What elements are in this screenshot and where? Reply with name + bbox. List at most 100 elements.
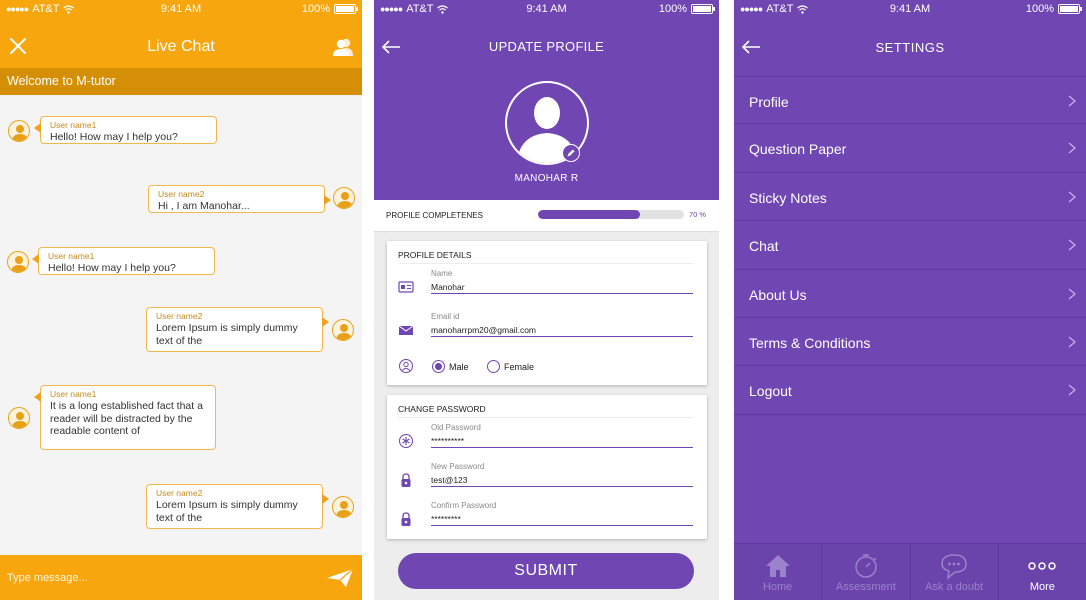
chevron-right-icon: [1068, 239, 1076, 251]
message-text: Hello! How may I help you?: [48, 262, 176, 274]
progress-fill: [538, 210, 641, 219]
home-icon: [765, 555, 790, 577]
users-icon[interactable]: [332, 37, 354, 57]
old-password-input[interactable]: [431, 434, 693, 448]
gender-selector: Male Female: [387, 358, 707, 378]
tab-home[interactable]: Home: [734, 544, 823, 600]
message-text: Lorem Ipsum is simply dummy text of the: [156, 322, 298, 347]
chevron-right-icon: [1068, 384, 1076, 396]
user-icon: [336, 324, 352, 340]
sender-name: User name2: [158, 189, 205, 199]
lock-icon: [401, 512, 411, 526]
field-label: Old Password: [431, 423, 481, 432]
user-icon: [12, 412, 28, 428]
email-input[interactable]: [431, 323, 693, 337]
tab-label: Home: [762, 581, 793, 593]
id-card-icon: [398, 281, 414, 293]
tab-assessment[interactable]: Assessment: [822, 544, 911, 600]
avatar: [8, 120, 30, 142]
new-password-input[interactable]: [431, 473, 693, 487]
user-icon: [337, 192, 353, 208]
sender-name: User name2: [156, 311, 203, 321]
profile-username: MANOHAR R: [514, 173, 579, 184]
message-composer: [0, 555, 362, 600]
field-label: Email id: [431, 312, 460, 321]
settings-menu: Profile Question Paper Sticky Notes Chat…: [734, 76, 1086, 415]
name-input[interactable]: [431, 280, 693, 294]
name-field: Name: [387, 269, 707, 305]
completeness-label: PROFILE COMPLETENES: [386, 211, 483, 220]
sender-name: User name1: [50, 120, 97, 130]
divider: [398, 263, 693, 264]
message-bubble: User name2 Lorem Ipsum is simply dummy t…: [146, 307, 329, 352]
menu-item-question-paper[interactable]: Question Paper: [734, 124, 1086, 173]
send-icon[interactable]: [326, 567, 354, 589]
submit-button[interactable]: SUBMIT: [398, 553, 694, 589]
chevron-right-icon: [1068, 336, 1076, 348]
chat-title: Live Chat: [147, 38, 215, 55]
avatar: [332, 319, 354, 341]
tab-label: More: [1029, 581, 1055, 593]
update-profile-screen: ●●●●● AT&T 9:41 AM 100% UPDATE PROFILE MA…: [374, 0, 719, 600]
chevron-right-icon: [1068, 288, 1076, 300]
new-password-field: New Password: [387, 462, 707, 498]
menu-item-label: Terms & Conditions: [749, 334, 871, 351]
divider: [398, 417, 693, 418]
battery-icon: [691, 4, 715, 14]
user-icon: [336, 501, 352, 517]
profile-details-card: PROFILE DETAILS Name Email id Male Femal…: [387, 241, 707, 385]
page-title: UPDATE PROFILE: [488, 39, 605, 54]
sender-name: User name1: [48, 251, 95, 261]
radio-selected: [432, 360, 445, 373]
menu-item-label: Profile: [749, 94, 789, 110]
battery-icon: [334, 4, 358, 14]
tab-ask-a-doubt[interactable]: Ask a doubt: [911, 544, 999, 600]
profile-header: ●●●●● AT&T 9:41 AM 100% UPDATE PROFILE MA…: [374, 0, 719, 200]
chevron-right-icon: [1068, 95, 1076, 107]
confirm-password-input[interactable]: [431, 512, 693, 526]
gender-option-male[interactable]: Male: [432, 360, 469, 373]
avatar: [7, 251, 29, 273]
lock-icon: [401, 473, 411, 487]
field-label: Confirm Password: [431, 501, 497, 510]
profile-completeness: PROFILE COMPLETENES 70 %: [374, 200, 719, 232]
old-password-field: Old Password: [387, 423, 707, 459]
menu-item-sticky-notes[interactable]: Sticky Notes: [734, 173, 1086, 222]
user-icon: [12, 125, 28, 141]
field-label: Name: [431, 269, 453, 278]
more-dots-icon: [1028, 562, 1057, 570]
edit-pencil-icon[interactable]: [562, 144, 580, 162]
menu-item-profile[interactable]: Profile: [734, 76, 1086, 125]
message-bubble: User name2 Lorem Ipsum is simply dummy t…: [146, 484, 329, 529]
message-bubble: User name1 Hello! How may I help you?: [32, 247, 215, 275]
battery-percent: 100%: [658, 3, 687, 15]
message-text: It is a long established fact that a rea…: [50, 400, 203, 437]
chevron-right-icon: [1068, 191, 1076, 203]
person-circle-icon: [399, 359, 413, 373]
chat-bubble-icon: [941, 554, 967, 580]
menu-item-about-us[interactable]: About Us: [734, 270, 1086, 318]
message-bubble: User name1 It is a long established fact…: [34, 385, 216, 450]
message-bubble: User name1 Hello! How may I help you?: [34, 116, 217, 144]
menu-item-chat[interactable]: Chat: [734, 221, 1086, 270]
tab-label: Ask a doubt: [925, 581, 984, 593]
message-text: Hi , I am Manohar...: [158, 200, 250, 212]
menu-item-terms[interactable]: Terms & Conditions: [734, 318, 1086, 367]
settings-screen: ●●●●● AT&T 9:41 AM 100% SETTINGS Profile …: [734, 0, 1086, 600]
message-input[interactable]: [7, 568, 297, 588]
user-icon: [11, 256, 27, 272]
battery-icon: [1058, 4, 1082, 14]
menu-item-label: Logout: [749, 383, 792, 400]
tab-more[interactable]: More: [999, 544, 1086, 600]
status-bar: ●●●●● AT&T 9:41 AM 100%: [374, 0, 719, 18]
bottom-tab-bar: Home Assessment Ask a doubt More: [734, 543, 1086, 600]
avatar: [332, 496, 354, 518]
gender-option-female[interactable]: Female: [487, 360, 534, 373]
menu-item-label: About Us: [749, 286, 807, 303]
battery-percent: 100%: [1025, 3, 1054, 15]
message-text: Lorem Ipsum is simply dummy text of the: [156, 499, 298, 524]
welcome-banner: Welcome to M-tutor: [0, 68, 362, 95]
avatar: [333, 187, 355, 209]
card-title: CHANGE PASSWORD: [398, 404, 486, 414]
menu-item-logout[interactable]: Logout: [734, 366, 1086, 415]
